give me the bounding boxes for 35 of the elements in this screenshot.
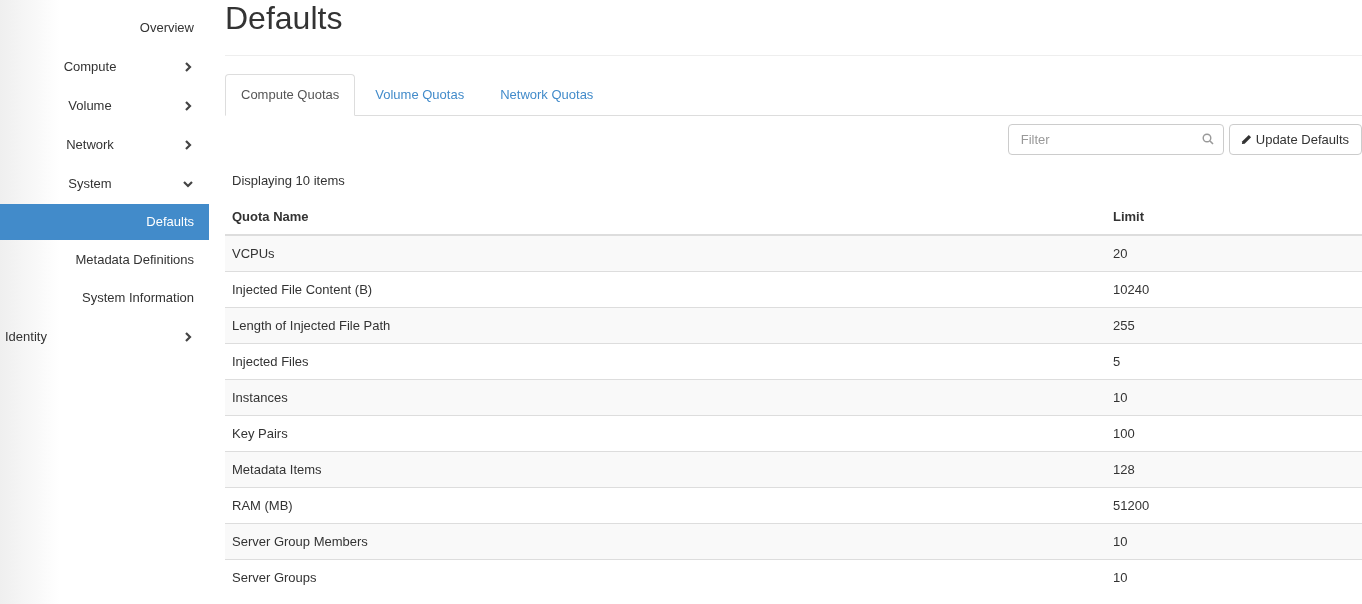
- sidebar-item[interactable]: System Information: [0, 279, 209, 317]
- sidebar-group[interactable]: System: [0, 176, 180, 191]
- table-cell: 20: [1106, 235, 1362, 272]
- table-cell: Metadata Items: [225, 451, 1106, 488]
- table-cell: 10: [1106, 559, 1362, 595]
- tab[interactable]: Volume Quotas: [359, 74, 481, 115]
- sidebar-item[interactable]: Defaults: [0, 204, 209, 240]
- filter-field[interactable]: Filter: [1007, 124, 1224, 155]
- sidebar-group[interactable]: Identity: [0, 329, 180, 344]
- page-title: Defaults: [225, 0, 1362, 56]
- table-cell: Instances: [225, 379, 1106, 416]
- tab[interactable]: Compute Quotas: [225, 74, 356, 116]
- chevron-right-icon[interactable]: [183, 100, 193, 111]
- tab[interactable]: Network Quotas: [484, 74, 610, 115]
- sidebar-item[interactable]: Overview: [0, 9, 209, 47]
- table-cell: Server Groups: [225, 559, 1106, 595]
- pencil-icon: [1240, 134, 1252, 145]
- table-cell: 10: [1106, 523, 1362, 560]
- sidebar-item[interactable]: Metadata Definitions: [0, 241, 209, 279]
- update-defaults-button[interactable]: Update Defaults: [1228, 124, 1362, 155]
- table-cell: VCPUs: [225, 235, 1106, 272]
- table-cell: 10: [1106, 379, 1362, 416]
- sidebar-group[interactable]: Volume: [0, 98, 180, 113]
- table-cell: Server Group Members: [225, 523, 1106, 560]
- table-cell: 128: [1106, 451, 1362, 488]
- sidebar-group[interactable]: Compute: [0, 59, 180, 74]
- chevron-right-icon[interactable]: [183, 331, 193, 342]
- sidebar-group[interactable]: Network: [0, 137, 180, 152]
- table-cell: 255: [1106, 307, 1362, 344]
- chevron-right-icon[interactable]: [183, 139, 193, 150]
- chevron-down-icon[interactable]: [183, 178, 193, 189]
- item-count: Displaying 10 items: [231, 172, 346, 190]
- search-icon[interactable]: [1201, 133, 1214, 145]
- chevron-right-icon[interactable]: [183, 61, 193, 72]
- table-cell: Length of Injected File Path: [225, 307, 1106, 344]
